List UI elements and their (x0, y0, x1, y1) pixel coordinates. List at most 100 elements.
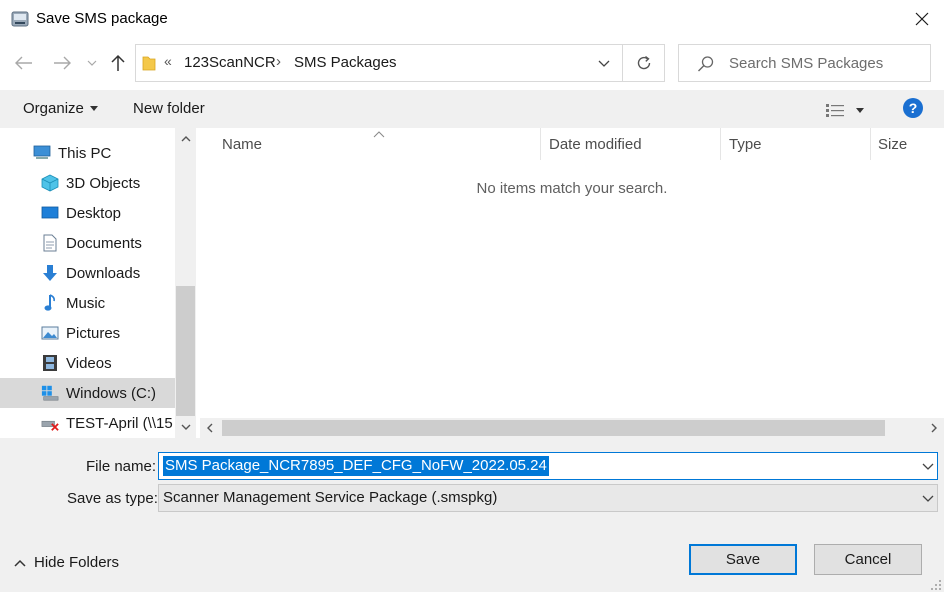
arrow-up-icon (111, 54, 125, 71)
cube-icon (41, 174, 59, 192)
nav-item-downloads[interactable]: Downloads (0, 258, 175, 288)
scroll-right-button[interactable] (924, 418, 944, 438)
scroll-up-button[interactable] (175, 130, 196, 148)
nav-item-label: Pictures (66, 324, 121, 342)
pc-icon (33, 144, 51, 162)
resize-grip-icon[interactable] (930, 578, 942, 590)
column-separator[interactable] (870, 128, 871, 160)
sort-ascending-icon (372, 126, 386, 138)
windows-drive-icon (41, 384, 59, 402)
save-as-type-dropdown-button[interactable] (919, 489, 937, 507)
chevron-down-icon (922, 495, 934, 502)
scroll-thumb[interactable] (222, 420, 885, 436)
desktop-icon (41, 204, 59, 222)
folder-icon (142, 55, 156, 71)
nav-item-documents[interactable]: Documents (0, 228, 175, 258)
up-button[interactable] (106, 50, 130, 76)
scroll-down-button[interactable] (175, 418, 196, 436)
empty-folder-message: No items match your search. (476, 180, 668, 197)
chevron-left-icon (207, 423, 213, 433)
nav-item-windows-c[interactable]: Windows (C:) (0, 378, 175, 408)
nav-item-label: Desktop (66, 204, 122, 222)
breadcrumb-sms-packages[interactable]: SMS Packages (294, 54, 397, 71)
save-as-type-value: Scanner Management Service Package (.sms… (163, 489, 498, 506)
film-icon (41, 354, 59, 372)
nav-item-label: 3D Objects (66, 174, 141, 192)
refresh-button[interactable] (623, 44, 665, 82)
music-note-icon (41, 294, 59, 312)
breadcrumb-123scanncr[interactable]: 123ScanNCR (184, 54, 276, 71)
address-overflow-chevron[interactable]: « (164, 53, 172, 69)
chevron-down-icon (922, 463, 934, 470)
column-header-name[interactable]: Name (222, 128, 262, 160)
file-list-horizontal-scrollbar[interactable] (200, 418, 944, 438)
arrow-right-icon (54, 56, 71, 70)
address-bar[interactable]: « 123ScanNCR › SMS Packages (135, 44, 623, 82)
window-title: Save SMS package (36, 10, 168, 27)
column-header-date-modified[interactable]: Date modified (549, 128, 642, 160)
chevron-up-icon (14, 559, 26, 567)
title-bar: Save SMS package (0, 0, 944, 38)
save-as-type-select[interactable]: Scanner Management Service Package (.sms… (158, 484, 938, 512)
chevron-up-icon (181, 136, 190, 142)
search-input[interactable] (729, 45, 924, 81)
caret-down-icon (89, 106, 98, 111)
caret-down-icon (856, 107, 864, 113)
file-list[interactable]: Name Date modified Type Size No items ma… (200, 128, 944, 418)
save-as-type-label: Save as type: (67, 490, 158, 507)
network-drive-disconnected-icon (41, 414, 59, 432)
chevron-down-icon (181, 424, 190, 430)
nav-item-this-pc[interactable]: This PC (0, 138, 175, 168)
column-separator[interactable] (720, 128, 721, 160)
navigation-pane: This PC 3D Objects Desktop Documents Dow… (0, 128, 196, 438)
scroll-left-button[interactable] (200, 418, 220, 438)
search-icon (697, 55, 715, 73)
nav-item-desktop[interactable]: Desktop (0, 198, 175, 228)
documents-icon (41, 234, 59, 252)
nav-item-pictures[interactable]: Pictures (0, 318, 175, 348)
chevron-down-icon (598, 60, 610, 67)
organize-button[interactable]: Organize (23, 100, 98, 117)
nav-item-label: This PC (58, 144, 112, 162)
file-name-dropdown-button[interactable] (919, 457, 937, 475)
breadcrumb-separator[interactable]: › (276, 53, 281, 70)
refresh-icon (637, 55, 650, 70)
details-view-icon (826, 104, 844, 117)
file-name-input[interactable]: SMS Package_NCR7895_DEF_CFG_NoFW_2022.05… (163, 456, 549, 476)
recent-locations-button[interactable] (84, 52, 100, 74)
column-header-size[interactable]: Size (878, 128, 907, 160)
help-button[interactable]: ? (903, 98, 923, 118)
nav-item-music[interactable]: Music (0, 288, 175, 318)
change-view-button[interactable] (826, 100, 866, 120)
command-toolbar: Organize New folder ? (0, 90, 944, 128)
organize-label: Organize (23, 100, 84, 117)
scroll-thumb[interactable] (176, 286, 195, 416)
back-button[interactable] (12, 50, 36, 76)
save-button[interactable]: Save (689, 544, 797, 575)
file-name-combobox[interactable]: SMS Package_NCR7895_DEF_CFG_NoFW_2022.05… (158, 452, 938, 480)
nav-item-3d-objects[interactable]: 3D Objects (0, 168, 175, 198)
hide-folders-button[interactable]: Hide Folders (14, 554, 119, 571)
nav-item-videos[interactable]: Videos (0, 348, 175, 378)
nav-item-label: Videos (66, 354, 112, 372)
file-name-label: File name: (86, 458, 157, 475)
nav-item-label: Music (66, 294, 106, 312)
column-separator[interactable] (540, 128, 541, 160)
close-button[interactable] (900, 0, 944, 38)
nav-item-label: Documents (66, 234, 142, 252)
close-icon (915, 12, 929, 26)
arrow-left-icon (15, 56, 32, 70)
chevron-right-icon (931, 423, 937, 433)
new-folder-button[interactable]: New folder (133, 100, 205, 117)
nav-pane-scrollbar[interactable] (175, 128, 196, 438)
address-dropdown-button[interactable] (594, 53, 614, 73)
pictures-icon (41, 324, 59, 342)
column-header-type[interactable]: Type (729, 128, 762, 160)
nav-item-test-april[interactable]: TEST-April (\\15 (0, 408, 175, 438)
nav-item-label: Windows (C:) (66, 384, 157, 402)
cancel-button[interactable]: Cancel (814, 544, 922, 575)
nav-item-label: Downloads (66, 264, 141, 282)
chevron-down-icon (87, 60, 97, 66)
search-box[interactable] (678, 44, 931, 82)
forward-button[interactable] (50, 50, 74, 76)
